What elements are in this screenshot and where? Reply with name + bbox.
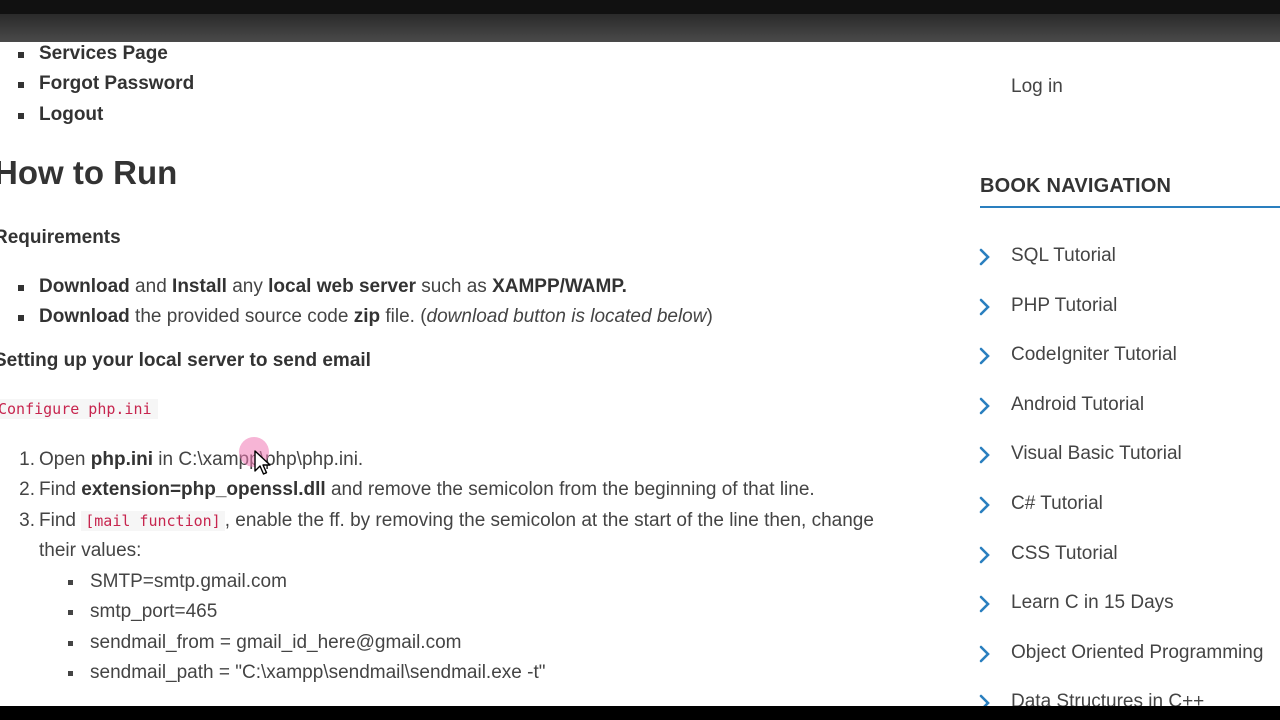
step-number: 1. <box>19 449 35 470</box>
chevron-right-icon <box>979 645 990 663</box>
bold-text: local web server <box>268 276 417 297</box>
requirements-heading: Requirements <box>0 227 121 248</box>
chevron-right-icon <box>979 546 990 563</box>
web-page: Services Page Forgot Password Logout How… <box>0 42 1280 706</box>
requirement-item: Download and Install any local web serve… <box>18 276 627 298</box>
chevron-right-icon <box>979 248 990 266</box>
setting-item: smtp_port=465 <box>68 601 218 623</box>
step-item: 1. Open php.ini in C:\xampp\php\php.ini. <box>19 449 363 471</box>
setting-item: sendmail_path = "C:\xampp\sendmail\sendm… <box>68 662 546 684</box>
bullet <box>18 285 24 291</box>
setting-item: SMTP=smtp.gmail.com <box>68 571 287 593</box>
nav-item-label: Data Structures in C++ <box>1011 691 1205 706</box>
bullet <box>18 113 24 119</box>
config-code: Configure php.ini <box>0 399 158 419</box>
bullet <box>68 641 73 646</box>
setting-text: sendmail_from = gmail_id_here@gmail.com <box>90 632 462 653</box>
nav-item-label: PHP Tutorial <box>1011 294 1118 316</box>
step-item: 2. Find extension=php_openssl.dll and rem… <box>19 479 815 501</box>
bullet <box>68 610 73 615</box>
bold-text: php.ini <box>90 449 154 470</box>
text-run: Find <box>39 479 82 500</box>
book-navigation-title: BOOK NAVIGATION <box>980 175 1172 197</box>
bold-text: XAMPP/WAMP. <box>492 276 627 297</box>
bullet <box>18 315 24 321</box>
bullet <box>18 82 24 88</box>
text-run: Open <box>39 449 91 470</box>
text-run: ) <box>706 306 713 327</box>
chevron-right-icon <box>979 695 990 706</box>
article-content: Services Page Forgot Password Logout How… <box>0 42 950 706</box>
step3-continuation: their values: <box>39 540 142 561</box>
bullet <box>68 580 73 585</box>
text-run: the provided source code <box>129 306 354 327</box>
chevron-right-icon <box>979 496 990 514</box>
nav-item-label: Object Oriented Programming <box>1011 641 1264 663</box>
text-run: file. ( <box>380 306 427 327</box>
text-run: any <box>226 276 269 297</box>
bold-text: Download <box>39 276 130 297</box>
text-run: and remove the semicolon from the beginn… <box>325 479 815 500</box>
chevron-right-icon <box>979 298 990 315</box>
setup-heading: Setting up your local server to send ema… <box>0 350 371 371</box>
text-run: , enable the ff. by removing the semicol… <box>224 510 874 531</box>
nav-item-label: SQL Tutorial <box>1011 245 1116 266</box>
nav-item-label: Android Tutorial <box>1011 393 1145 415</box>
chevron-right-icon <box>979 447 990 464</box>
chevron-right-icon <box>979 595 990 613</box>
nav-item-label: Learn C in 15 Days <box>1011 592 1174 614</box>
step-item: 3. Find [mail function], enable the ff. b… <box>19 510 874 532</box>
bold-text: Install <box>172 276 227 297</box>
inline-code: [mail function] <box>81 511 225 531</box>
nav-item-label: CSS Tutorial <box>1011 542 1118 564</box>
setting-text: smtp_port=465 <box>90 601 218 622</box>
bullet <box>18 52 24 58</box>
text-run: such as <box>416 276 493 297</box>
chevron-right-icon <box>979 347 990 365</box>
video-bottom-bar <box>0 706 1280 720</box>
bold-text: extension=php_openssl.dll <box>81 479 326 500</box>
section-heading: How to Run <box>0 154 178 191</box>
setting-text: sendmail_path = "C:\xampp\sendmail\sendm… <box>90 662 546 683</box>
nav-item-label: CodeIgniter Tutorial <box>1011 344 1177 366</box>
setting-item: sendmail_from = gmail_id_here@gmail.com <box>68 632 462 654</box>
setting-text: SMTP=smtp.gmail.com <box>90 571 287 592</box>
text-run: and <box>129 276 173 297</box>
browser-toolbar-strip <box>0 14 1280 42</box>
step-number: 3. <box>19 510 35 531</box>
mouse-pointer-icon <box>254 450 271 475</box>
bold-text: Download <box>39 306 130 327</box>
requirement-item: Download the provided source code zip fi… <box>18 306 713 328</box>
nav-item-label: Visual Basic Tutorial <box>1011 443 1182 465</box>
chevron-right-icon <box>979 397 990 415</box>
nav-item-label: C# Tutorial <box>1011 493 1103 514</box>
book-navigation-divider <box>980 206 1280 208</box>
bullet <box>68 671 73 676</box>
video-top-bar <box>0 0 1280 42</box>
step-number: 2. <box>19 479 35 500</box>
text-run: Find <box>39 510 82 531</box>
italic-text: download button is located below <box>426 306 707 327</box>
login-link[interactable]: Log in <box>1011 76 1063 98</box>
bold-text: zip <box>353 306 381 327</box>
